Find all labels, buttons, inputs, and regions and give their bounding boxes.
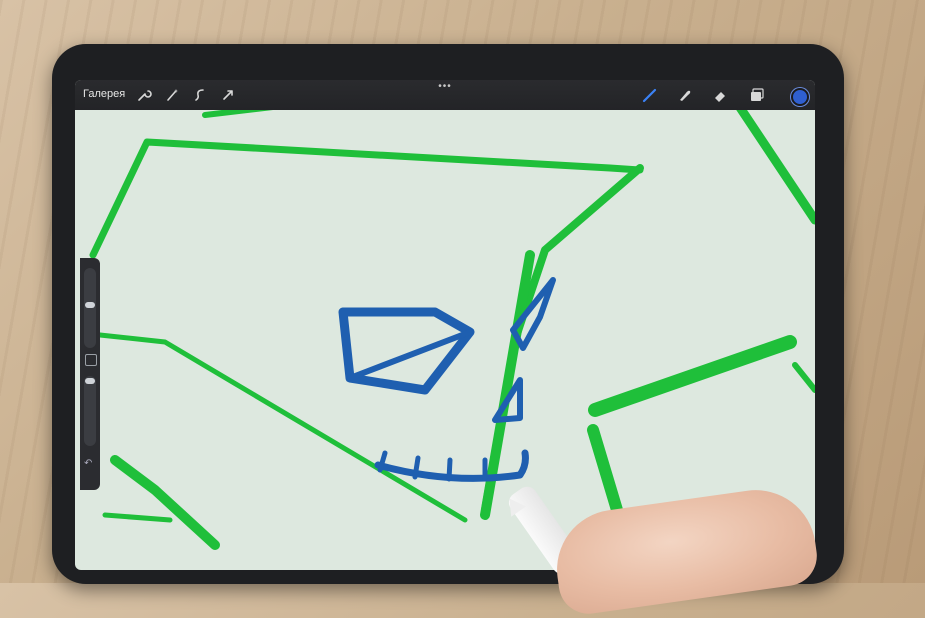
blue-stroke-tooth-3 — [446, 457, 453, 482]
green-stroke-center-vertical — [481, 164, 644, 514]
top-toolbar: Галерея ••• — [75, 80, 815, 110]
green-stroke-top-right — [730, 95, 815, 225]
transform-arrow-icon[interactable] — [219, 86, 237, 104]
magic-wand-icon[interactable] — [163, 86, 181, 104]
green-stroke-bottom-left-small — [102, 512, 173, 523]
brush-size-thumb[interactable] — [85, 302, 95, 308]
eraser-icon[interactable] — [711, 86, 729, 104]
smudge-icon[interactable] — [675, 86, 693, 104]
layers-icon[interactable] — [747, 86, 765, 104]
modify-button[interactable] — [85, 354, 97, 366]
wrench-icon[interactable] — [135, 86, 153, 104]
left-sidebar: ↶ — [80, 258, 100, 490]
gallery-button[interactable]: Галерея — [83, 88, 125, 100]
brush-icon[interactable] — [641, 86, 659, 104]
blue-stroke-left-eye — [338, 307, 475, 395]
undo-icon[interactable]: ↶ — [84, 458, 92, 469]
blue-stroke-tooth-2 — [412, 455, 421, 480]
selection-icon[interactable] — [191, 86, 209, 104]
brush-opacity-slider[interactable] — [84, 376, 96, 446]
color-picker-button[interactable] — [791, 88, 809, 106]
green-stroke-right-edge — [792, 362, 815, 393]
brush-opacity-thumb[interactable] — [85, 378, 95, 384]
brush-size-slider[interactable] — [84, 268, 96, 348]
green-stroke-right-brow — [588, 335, 797, 417]
green-stroke-right-vertical — [587, 424, 626, 526]
more-options-handle[interactable]: ••• — [433, 82, 457, 92]
green-stroke-bottom-left — [110, 455, 220, 550]
